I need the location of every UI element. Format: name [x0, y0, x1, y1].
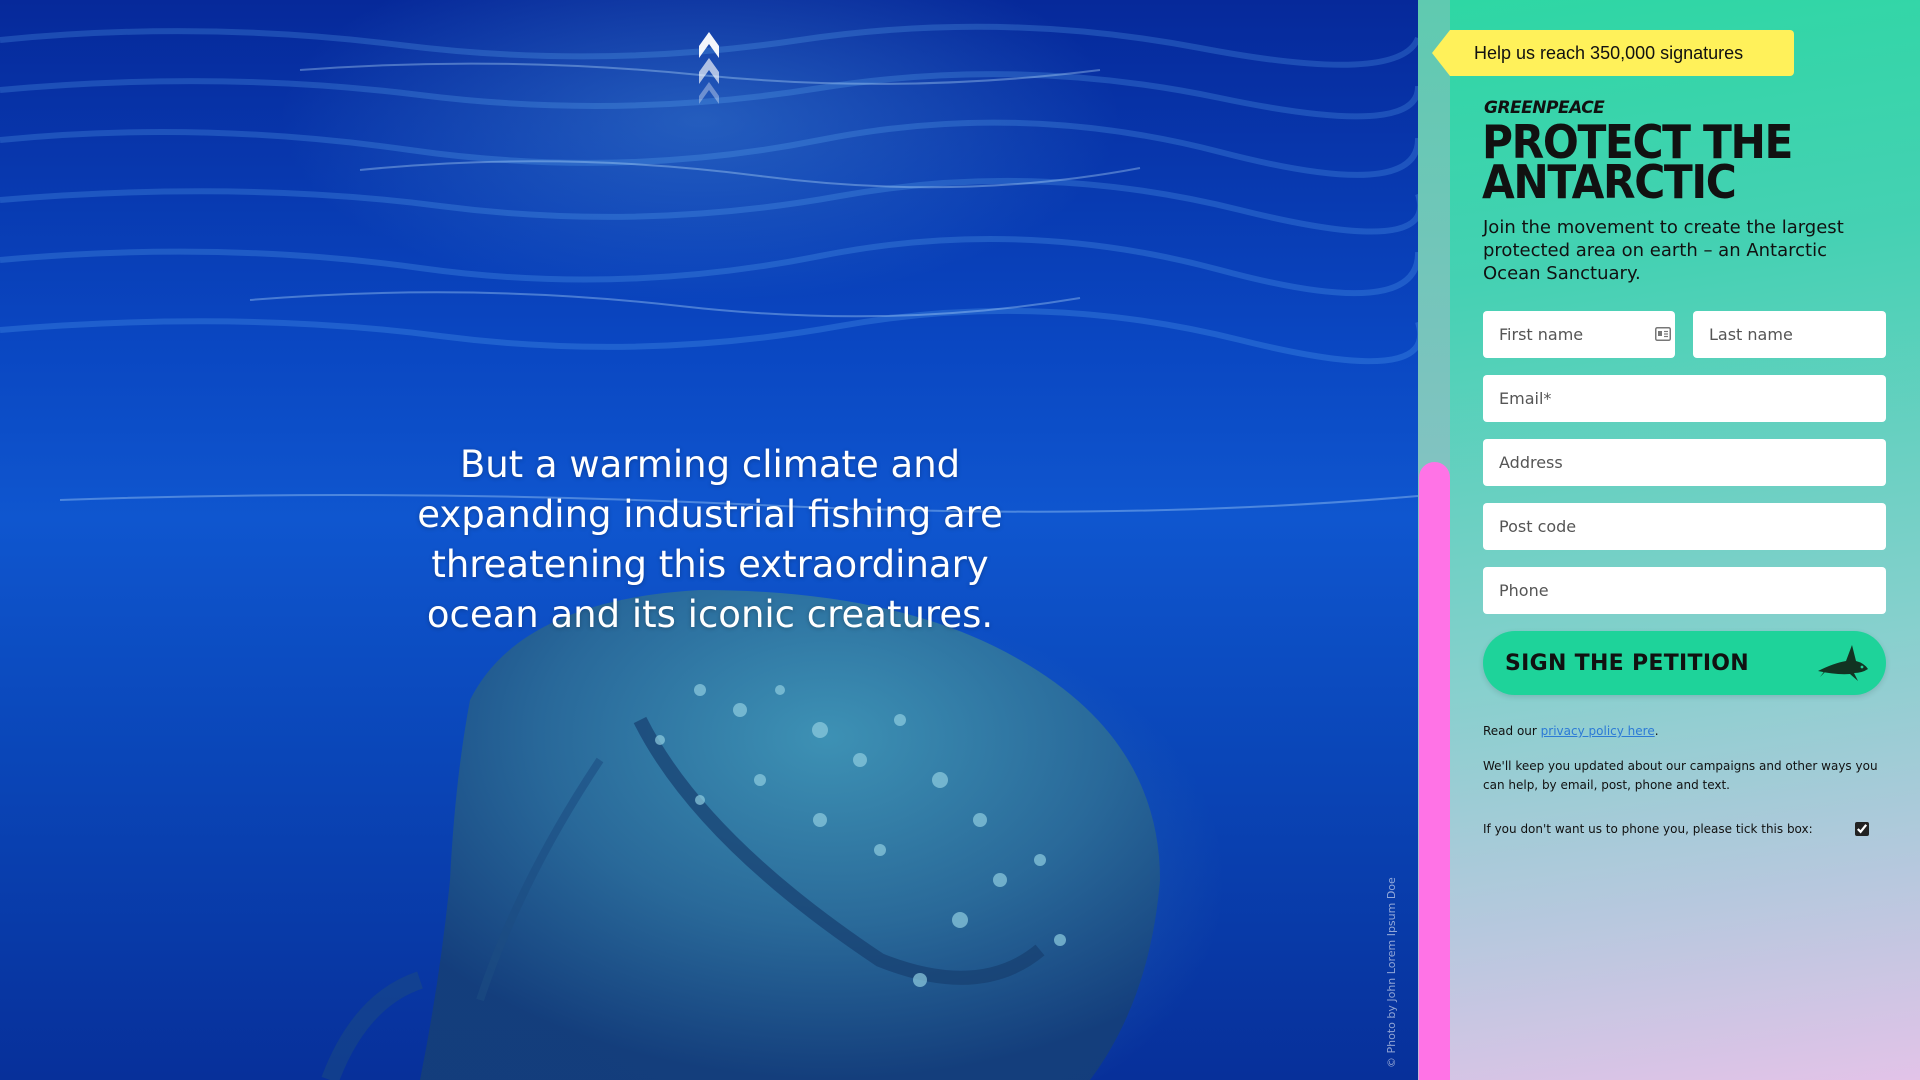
updates-notice: We'll keep you updated about our campaig… [1483, 759, 1878, 792]
privacy-prefix: Read our [1483, 724, 1541, 738]
triple-chevron-up-icon[interactable] [697, 18, 721, 104]
hero-section: But a warming climate and expanding indu… [0, 0, 1418, 1080]
first-name-field[interactable] [1483, 311, 1675, 358]
phone-field[interactable] [1483, 567, 1886, 614]
phone-opt-out-checkbox[interactable] [1855, 822, 1869, 836]
address-field[interactable] [1483, 439, 1886, 486]
hero-statement: But a warming climate and expanding indu… [417, 443, 1003, 636]
last-name-field[interactable] [1693, 311, 1886, 358]
shark-icon [1818, 645, 1868, 681]
scroll-thumb[interactable] [1419, 462, 1450, 1080]
privacy-policy-link[interactable]: privacy policy here [1541, 724, 1655, 738]
privacy-notice: Read our privacy policy here. [1483, 724, 1659, 738]
email-field[interactable] [1483, 375, 1886, 422]
petition-description: Join the movement to create the largest … [1483, 217, 1844, 284]
page-title: PROTECT THE ANTARCTIC [1482, 115, 1793, 209]
contact-card-icon[interactable] [1655, 327, 1671, 341]
signature-goal-badge: Help us reach 350,000 signatures [1432, 30, 1794, 76]
privacy-suffix: . [1654, 724, 1659, 738]
postcode-field[interactable] [1483, 503, 1886, 550]
phone-opt-out-label: If you don't want us to phone you, pleas… [1483, 822, 1813, 836]
photo-credit: © Photo by John Lorem Ipsum Doe [1385, 877, 1398, 1068]
